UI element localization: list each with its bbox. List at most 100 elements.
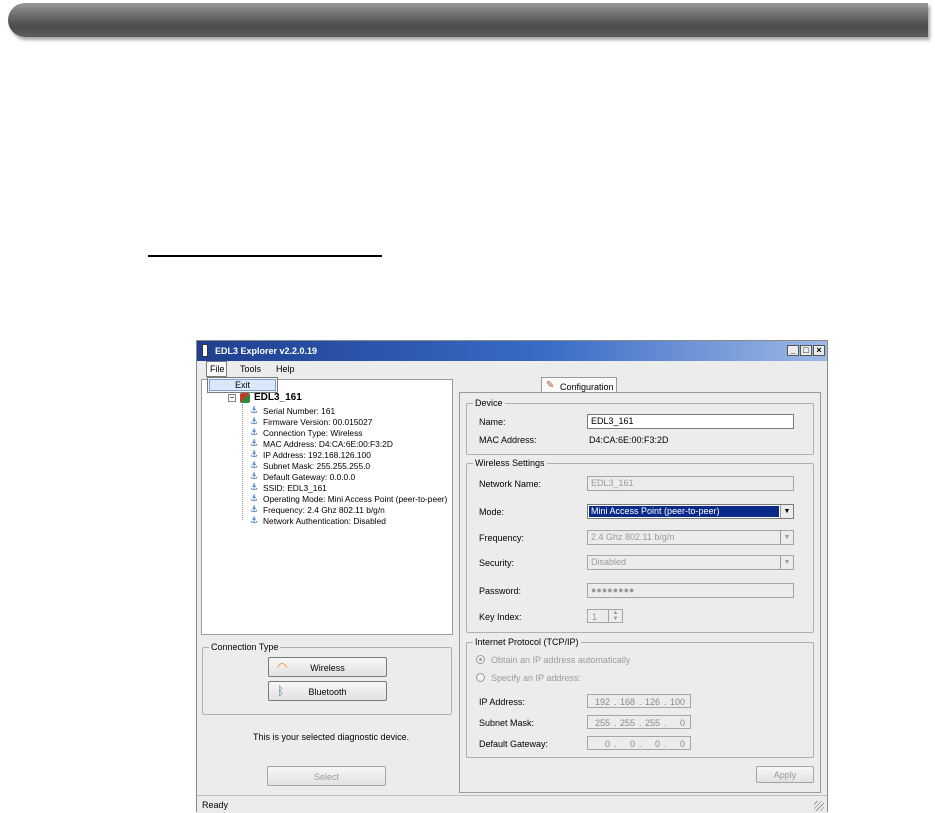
menu-file[interactable]: File <box>206 361 227 377</box>
tree-item[interactable]: ⚓ IP Address: 192.168.126.100 <box>248 450 371 461</box>
default-gateway-field[interactable]: 0. 0. 0. 0 <box>587 736 691 750</box>
ip-octet: 255 <box>644 718 660 728</box>
bluetooth-button[interactable]: ᛒ Bluetooth <box>268 681 387 701</box>
password-field[interactable]: ●●●●●●●● <box>587 583 794 598</box>
name-label: Name: <box>479 417 506 427</box>
device-legend: Device <box>473 398 505 408</box>
mode-label: Mode: <box>479 507 505 517</box>
ip-octet: 255 <box>594 718 610 728</box>
ip-octet: 0 <box>629 739 635 749</box>
connection-type-group: Connection Type ◠ Wireless ᛒ Bluetooth <box>202 642 452 715</box>
name-field[interactable]: EDL3_161 <box>587 414 794 429</box>
anchor-icon: ⚓ <box>249 515 259 525</box>
close-button[interactable]: × <box>813 345 825 356</box>
menu-exit-item[interactable]: Exit <box>209 379 276 391</box>
wireless-button[interactable]: ◠ Wireless <box>268 657 387 677</box>
wireless-settings-group: Wireless Settings Network Name: EDL3_161… <box>466 458 814 633</box>
select-button[interactable]: Select <box>267 766 386 786</box>
anchor-icon: ⚓ <box>249 449 259 459</box>
ip-octet: 0 <box>679 718 685 728</box>
wireless-settings-legend: Wireless Settings <box>473 458 547 468</box>
tree-item[interactable]: ⚓ Serial Number: 161 <box>248 406 335 417</box>
network-name-field[interactable]: EDL3_161 <box>587 476 794 491</box>
device-tree[interactable]: − EDL3_161 ⚓ Serial Number: 161 ⚓ Firmware… <box>201 379 453 635</box>
app-icon <box>202 344 208 357</box>
tab-configuration-label: Configuration <box>560 382 614 392</box>
tree-item[interactable]: ⚓ Frequency: 2.4 Ghz 802.11 b/g/n <box>248 505 385 516</box>
status-text: Ready <box>202 800 229 810</box>
subnet-mask-field[interactable]: 255. 255. 255. 0 <box>587 715 691 729</box>
anchor-icon: ⚓ <box>249 493 259 503</box>
ip-octet: 0 <box>654 739 660 749</box>
tree-item[interactable]: ⚓ Subnet Mask: 255.255.255.0 <box>248 461 370 472</box>
ip-octet: 0 <box>604 739 610 749</box>
device-group: Device Name: EDL3_161 MAC Address: D4:CA… <box>466 398 814 455</box>
tree-collapse-icon[interactable]: − <box>228 394 236 402</box>
window-title: EDL3 Explorer v2.2.0.19 <box>215 346 318 356</box>
ip-address-field[interactable]: 192. 168. 126. 100 <box>587 694 691 708</box>
maximize-button[interactable]: □ <box>800 345 812 356</box>
anchor-icon: ⚓ <box>249 471 259 481</box>
chevron-down-icon[interactable]: ▼ <box>780 531 793 544</box>
menu-help[interactable]: Help <box>276 364 295 374</box>
anchor-icon: ⚓ <box>249 482 259 492</box>
configuration-panel: Device Name: EDL3_161 MAC Address: D4:CA… <box>459 392 821 793</box>
frequency-select[interactable]: 2.4 Ghz 802.11 b/g/n ▼ <box>587 530 794 545</box>
anchor-icon: ⚓ <box>249 416 259 426</box>
apply-button[interactable]: Apply <box>756 766 814 783</box>
default-gateway-label: Default Gateway: <box>479 739 549 749</box>
connection-type-legend: Connection Type <box>209 642 281 652</box>
network-name-label: Network Name: <box>479 479 542 489</box>
chevron-down-icon[interactable]: ▼ <box>780 505 793 518</box>
subnet-mask-label: Subnet Mask: <box>479 718 535 728</box>
apply-button-label: Apply <box>773 770 797 780</box>
minimize-button[interactable]: _ <box>787 345 799 356</box>
specify-ip-radio[interactable] <box>476 673 485 682</box>
spinner-arrows-icon[interactable]: ▲ ▼ <box>608 610 622 622</box>
obtain-ip-label: Obtain an IP address automatically <box>491 655 631 665</box>
ip-octet: 168 <box>619 697 635 707</box>
mode-select[interactable]: Mini Access Point (peer-to-peer) ▼ <box>587 504 794 519</box>
security-selected-value: Disabled <box>591 557 627 567</box>
device-status-icon <box>240 393 250 403</box>
bluetooth-button-label: Bluetooth <box>308 687 347 697</box>
status-bar: Ready <box>197 795 827 813</box>
security-select[interactable]: Disabled ▼ <box>587 555 794 570</box>
menu-bar: Tools Help <box>197 361 827 377</box>
app-window: EDL3 Explorer v2.2.0.19 _ □ × Tools Help… <box>196 340 828 813</box>
internet-protocol-group: Internet Protocol (TCP/IP) Obtain an IP … <box>466 637 814 758</box>
tree-item[interactable]: ⚓ Firmware Version: 00.015027 <box>248 417 372 428</box>
menu-file-label: File <box>210 364 225 374</box>
tree-item[interactable]: ⚓ Default Gateway: 0.0.0.0 <box>248 472 355 483</box>
tree-root-device[interactable]: EDL3_161 <box>254 392 302 403</box>
ip-octet: 192 <box>594 697 610 707</box>
ip-octet: 126 <box>644 697 660 707</box>
anchor-icon: ⚓ <box>249 460 259 470</box>
anchor-icon: ⚓ <box>249 405 259 415</box>
ip-octet: 100 <box>669 697 685 707</box>
tree-item[interactable]: ⚓ Network Authentication: Disabled <box>248 516 386 527</box>
internet-protocol-legend: Internet Protocol (TCP/IP) <box>473 637 581 647</box>
ip-octet: 255 <box>619 718 635 728</box>
frequency-label: Frequency: <box>479 533 525 543</box>
chevron-down-icon[interactable]: ▼ <box>780 556 793 569</box>
tab-configuration[interactable]: ✎ Configuration <box>541 377 617 393</box>
anchor-icon: ⚓ <box>249 427 259 437</box>
title-bar[interactable]: EDL3 Explorer v2.2.0.19 _ □ × <box>197 341 827 361</box>
tree-item[interactable]: ⚓ Connection Type: Wireless <box>248 427 363 439</box>
wrench-icon: ✎ <box>546 380 555 391</box>
security-label: Security: <box>479 558 515 568</box>
key-index-label: Key Index: <box>479 612 522 622</box>
file-dropdown: Exit <box>207 377 278 393</box>
tree-item[interactable]: ⚓ Operating Mode: Mini Access Point (peer… <box>248 494 447 505</box>
key-index-value: 1 <box>592 612 598 622</box>
menu-tools[interactable]: Tools <box>240 364 261 374</box>
mac-label: MAC Address: <box>479 435 537 445</box>
tree-item[interactable]: ⚓ SSID: EDL3_161 <box>248 483 327 494</box>
heading-underline <box>148 255 382 257</box>
resize-grip[interactable] <box>814 801 824 811</box>
key-index-stepper[interactable]: 1 ▲ ▼ <box>587 609 623 623</box>
obtain-ip-radio[interactable] <box>476 655 485 664</box>
tree-item[interactable]: ⚓ MAC Address: D4:CA:6E:00:F3:2D <box>248 439 393 450</box>
mac-value: D4:CA:6E:00:F3:2D <box>589 435 669 445</box>
